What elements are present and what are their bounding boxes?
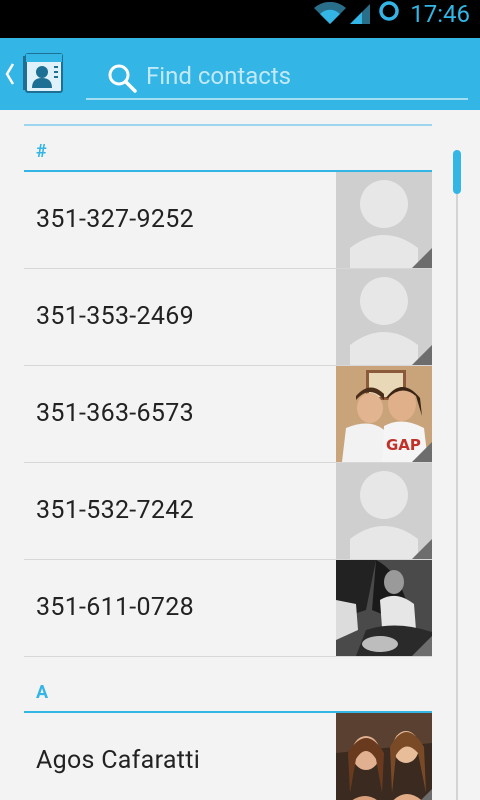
contact-row[interactable]: 351-363-6573 GAP [24,366,432,463]
contact-name: Agos Cafaratti [36,746,201,775]
search-input[interactable] [146,58,446,94]
default-avatar-icon[interactable] [336,172,432,268]
contact-row[interactable]: 351-611-0728 [24,560,432,657]
action-bar [0,38,480,110]
search-underline [86,98,468,100]
contact-row[interactable]: Agos Cafaratti [24,713,432,800]
section-header-label: A [36,682,49,703]
status-time: 17:46 [410,0,470,28]
sync-icon [379,1,399,21]
up-caret-icon[interactable] [4,56,16,92]
contact-row[interactable]: 351-353-2469 [24,269,432,366]
search-icon [108,64,137,93]
scrollbar-thumb[interactable] [453,150,461,194]
signal-icon [350,4,370,24]
wifi-icon [314,2,346,24]
contacts-app-icon[interactable] [20,50,66,96]
contact-row[interactable]: 351-532-7242 [24,463,432,560]
contact-name: 351-327-9252 [36,205,194,234]
contact-photo[interactable]: GAP [336,366,432,462]
status-bar: 17:46 [0,0,480,38]
default-avatar-icon[interactable] [336,463,432,559]
contact-row[interactable]: 351-327-9252 [24,172,432,269]
section-header-label: # [36,141,47,162]
contact-name: 351-353-2469 [36,302,194,331]
contact-photo[interactable] [336,713,432,800]
contact-name: 351-532-7242 [36,496,194,525]
section-header: A [24,667,432,713]
search-bar[interactable] [86,52,468,100]
scrollbar-track[interactable] [456,150,458,800]
contact-name: 351-363-6573 [36,399,194,428]
default-avatar-icon[interactable] [336,269,432,365]
section-header: # [24,126,432,172]
contact-list[interactable]: # 351-327-9252 351-353-2469 351-363-6573 [24,110,432,800]
svg-text:GAP: GAP [386,436,421,454]
contact-photo[interactable] [336,560,432,656]
contact-name: 351-611-0728 [36,593,194,622]
